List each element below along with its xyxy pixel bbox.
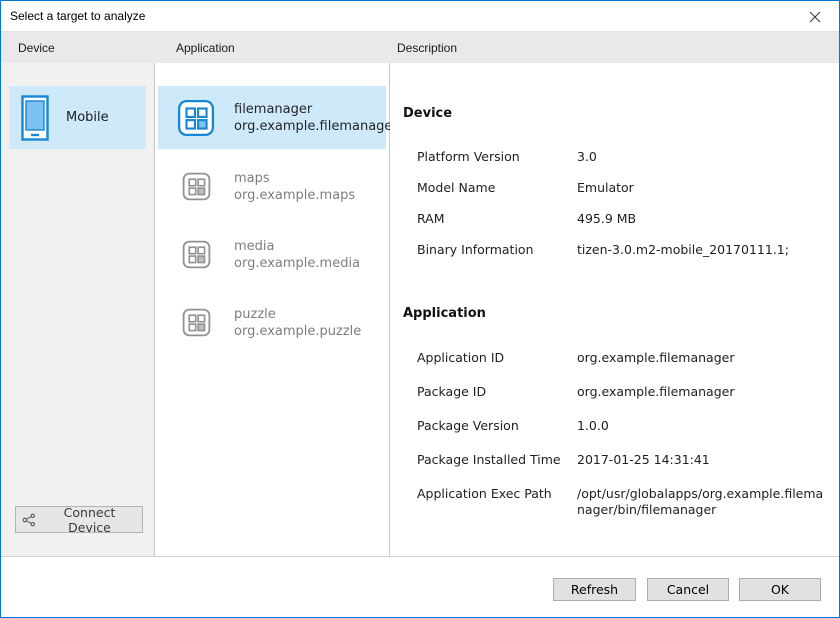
- desc-value: 2017-01-25 14:31:41: [577, 452, 825, 468]
- description-panel: Device Platform Version 3.0 Model Name E…: [390, 63, 839, 556]
- desc-row-application-exec-path: Application Exec Path /opt/usr/globalapp…: [417, 486, 825, 518]
- cancel-button[interactable]: Cancel: [647, 578, 729, 601]
- app-item-filemanager[interactable]: filemanager org.example.filemanager: [158, 86, 386, 149]
- application-section-title: Application: [403, 306, 486, 321]
- desc-label: Package ID: [417, 384, 577, 400]
- desc-label: RAM: [417, 211, 577, 227]
- refresh-button[interactable]: Refresh: [553, 578, 636, 601]
- column-header-device: Device: [18, 41, 55, 55]
- desc-value: org.example.filemanager: [577, 384, 825, 400]
- select-target-dialog: Select a target to analyze Device Applic…: [0, 0, 840, 618]
- ok-button[interactable]: OK: [739, 578, 821, 601]
- column-header-application: Application: [176, 41, 235, 55]
- connect-device-button[interactable]: Connect Device: [15, 506, 143, 533]
- app-package: org.example.filemanager: [234, 118, 398, 135]
- desc-row-package-installed-time: Package Installed Time 2017-01-25 14:31:…: [417, 452, 825, 468]
- device-label: Mobile: [66, 110, 109, 125]
- close-button[interactable]: [799, 6, 831, 27]
- desc-row-ram: RAM 495.9 MB: [417, 211, 825, 227]
- column-headers: Device Application Description: [1, 31, 839, 63]
- app-name: maps: [234, 170, 355, 187]
- desc-value: tizen-3.0.m2-mobile_20170111.1;: [577, 242, 825, 258]
- desc-value: org.example.filemanager: [577, 350, 825, 366]
- app-item-puzzle[interactable]: puzzle org.example.puzzle: [158, 291, 386, 354]
- app-item-media[interactable]: media org.example.media: [158, 223, 386, 286]
- desc-row-package-id: Package ID org.example.filemanager: [417, 384, 825, 400]
- app-grid-icon: [182, 308, 211, 337]
- close-icon: [809, 11, 821, 23]
- desc-label: Platform Version: [417, 149, 577, 165]
- desc-value: 495.9 MB: [577, 211, 825, 227]
- application-panel: filemanager org.example.filemanager maps…: [155, 63, 390, 556]
- desc-value: /opt/usr/globalapps/org.example.filemana…: [577, 486, 825, 518]
- desc-label: Package Version: [417, 418, 577, 434]
- app-item-maps[interactable]: maps org.example.maps: [158, 155, 386, 218]
- app-package: org.example.maps: [234, 187, 355, 204]
- desc-value: Emulator: [577, 180, 825, 196]
- desc-label: Model Name: [417, 180, 577, 196]
- mobile-phone-icon: [21, 95, 49, 141]
- app-grid-icon: [182, 172, 211, 201]
- app-package: org.example.media: [234, 255, 360, 272]
- app-name: media: [234, 238, 360, 255]
- app-grid-icon: [182, 240, 211, 269]
- desc-row-binary-information: Binary Information tizen-3.0.m2-mobile_2…: [417, 242, 825, 258]
- desc-label: Application Exec Path: [417, 486, 577, 518]
- desc-value: 1.0.0: [577, 418, 825, 434]
- desc-label: Binary Information: [417, 242, 577, 258]
- device-item-mobile[interactable]: Mobile: [9, 86, 146, 149]
- desc-row-platform-version: Platform Version 3.0: [417, 149, 825, 165]
- desc-label: Application ID: [417, 350, 577, 366]
- app-package: org.example.puzzle: [234, 323, 361, 340]
- share-network-icon: [22, 513, 36, 527]
- desc-value: 3.0: [577, 149, 825, 165]
- device-panel: Mobile Connect Device: [1, 63, 155, 556]
- footer: Refresh Cancel OK: [1, 556, 839, 617]
- desc-label: Package Installed Time: [417, 452, 577, 468]
- desc-row-model-name: Model Name Emulator: [417, 180, 825, 196]
- window-title: Select a target to analyze: [10, 9, 145, 23]
- device-section-title: Device: [403, 106, 452, 121]
- app-name: puzzle: [234, 306, 361, 323]
- app-name: filemanager: [234, 101, 398, 118]
- app-grid-icon: [177, 99, 215, 137]
- connect-device-label: Connect Device: [43, 505, 136, 535]
- desc-row-package-version: Package Version 1.0.0: [417, 418, 825, 434]
- titlebar: Select a target to analyze: [1, 1, 839, 31]
- column-header-description: Description: [397, 41, 457, 55]
- desc-row-application-id: Application ID org.example.filemanager: [417, 350, 825, 366]
